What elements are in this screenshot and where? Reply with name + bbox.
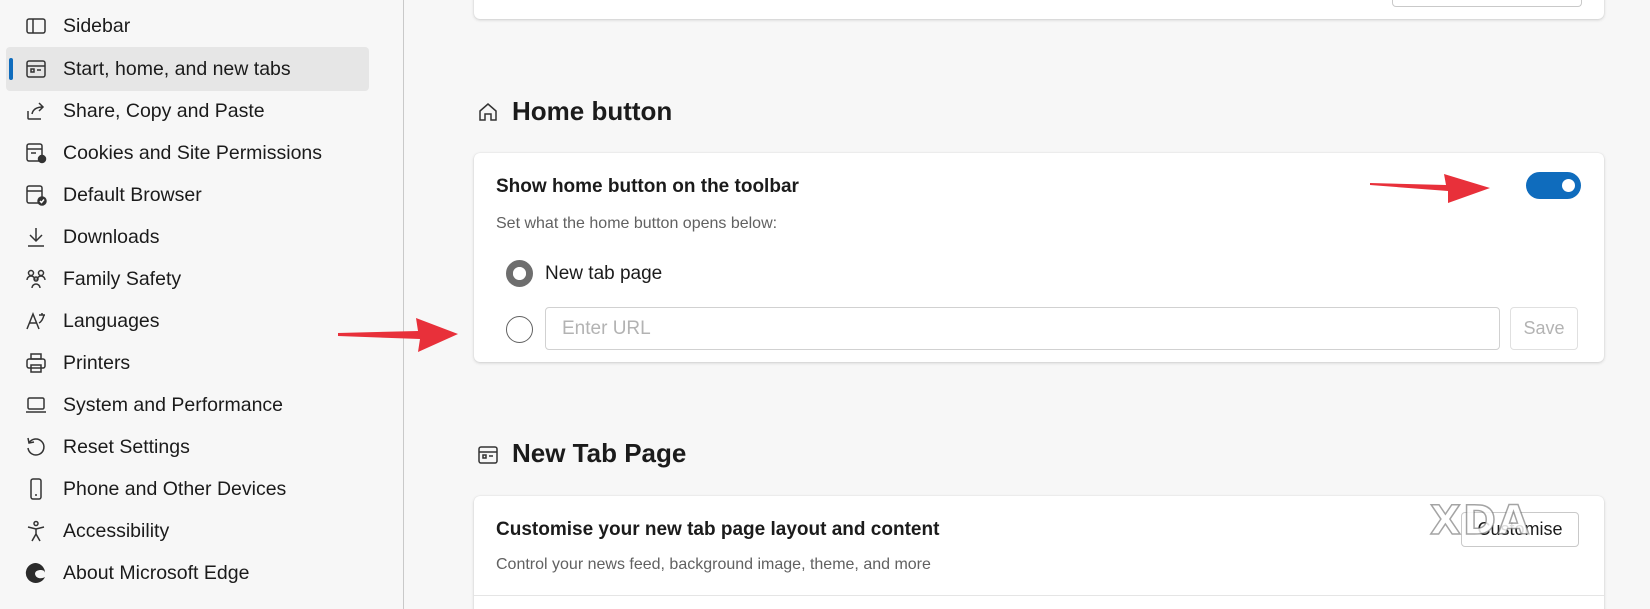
- arrow-to-toggle: [1370, 174, 1490, 203]
- radio-new-tab-page-label: New tab page: [545, 263, 663, 284]
- sidebar-item-printers[interactable]: Printers: [6, 341, 369, 385]
- sidebar-item-default-browser[interactable]: Default Browser: [6, 173, 369, 217]
- xda-watermark: XDA: [1429, 497, 1531, 545]
- printer-icon: [24, 351, 48, 375]
- settings-sidebar: Sidebar Start, home, and new tabs Share,…: [0, 0, 404, 609]
- home-icon: [476, 100, 500, 124]
- sidebar-item-label: Sidebar: [63, 14, 131, 37]
- start-home-tabs-icon: [24, 57, 48, 81]
- sidebar-item-about[interactable]: About Microsoft Edge: [6, 551, 369, 595]
- sidebar-item-label: Printers: [63, 351, 131, 374]
- sidebar-item-label: About Microsoft Edge: [63, 561, 250, 584]
- home-button-subtitle: Set what the home button opens below:: [496, 215, 778, 232]
- sidebar-item-system[interactable]: System and Performance: [6, 383, 369, 427]
- home-button-section-title: Home button: [512, 96, 673, 126]
- sidebar-item-label: Cookies and Site Permissions: [63, 141, 323, 164]
- family-icon: [24, 267, 48, 291]
- accessibility-icon: [24, 519, 48, 543]
- sidebar-item-label: Accessibility: [63, 519, 170, 542]
- new-tab-page-section-title: New Tab Page: [512, 438, 687, 468]
- sidebar-item-reset[interactable]: Reset Settings: [6, 425, 369, 469]
- sidebar-item-family-safety[interactable]: Family Safety: [6, 257, 369, 301]
- customise-subtitle: Control your news feed, background image…: [496, 556, 931, 573]
- sidebar-item-languages[interactable]: Languages: [6, 299, 369, 343]
- languages-icon: [24, 309, 48, 333]
- default-browser-icon: [24, 183, 48, 207]
- sidebar-item-label: Languages: [63, 309, 160, 332]
- sidebar-item-cookies[interactable]: Cookies and Site Permissions: [6, 131, 369, 175]
- sidebar-item-accessibility[interactable]: Accessibility: [6, 509, 369, 553]
- radio-custom-url[interactable]: [506, 316, 533, 343]
- show-home-button-label: Show home button on the toolbar: [496, 176, 799, 197]
- sidebar-item-label: Default Browser: [63, 183, 202, 206]
- sidebar-item-share[interactable]: Share, Copy and Paste: [6, 89, 369, 133]
- save-button[interactable]: Save: [1510, 307, 1578, 350]
- url-input[interactable]: [545, 307, 1500, 350]
- download-icon: [24, 225, 48, 249]
- sidebar-item-label: Reset Settings: [63, 435, 190, 458]
- toggle-knob: [1562, 179, 1575, 192]
- previous-section-card: [474, 0, 1604, 19]
- sidebar-item-downloads[interactable]: Downloads: [6, 215, 369, 259]
- phone-icon: [24, 477, 48, 501]
- reset-icon: [24, 435, 48, 459]
- sidebar-item-label: Start, home, and new tabs: [63, 57, 291, 80]
- previous-button[interactable]: [1392, 0, 1582, 7]
- radio-new-tab-page[interactable]: [506, 260, 533, 287]
- sidebar-item-sidebar[interactable]: Sidebar: [6, 4, 369, 48]
- sidebar-item-label: Downloads: [63, 225, 160, 248]
- sidebar-icon: [24, 14, 48, 38]
- edge-logo-icon: [24, 561, 48, 585]
- show-home-button-toggle[interactable]: [1526, 172, 1581, 199]
- sidebar-item-label: System and Performance: [63, 393, 284, 416]
- sidebar-item-start-home-tabs[interactable]: Start, home, and new tabs: [6, 47, 369, 91]
- arrow-to-url-option: [338, 318, 458, 352]
- sidebar-item-label: Share, Copy and Paste: [63, 99, 265, 122]
- laptop-icon: [24, 393, 48, 417]
- card-divider: [474, 595, 1604, 596]
- cookies-permissions-icon: [24, 141, 48, 165]
- new-tab-page-icon: [476, 443, 500, 467]
- sidebar-item-phone[interactable]: Phone and Other Devices: [6, 467, 369, 511]
- share-icon: [24, 99, 48, 123]
- customise-title: Customise your new tab page layout and c…: [496, 519, 940, 540]
- sidebar-item-label: Family Safety: [63, 267, 182, 290]
- sidebar-item-label: Phone and Other Devices: [63, 477, 287, 500]
